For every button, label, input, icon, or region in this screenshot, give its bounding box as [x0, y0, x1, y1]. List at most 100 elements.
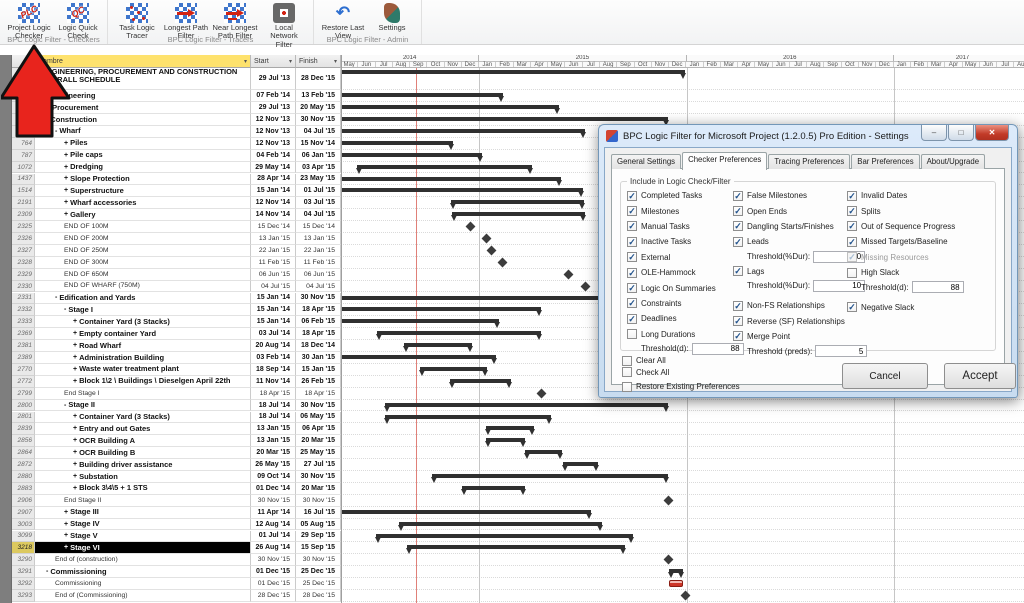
- checkbox-missed-targets-baseline[interactable]: ✓: [847, 237, 857, 247]
- expand-icon[interactable]: +: [64, 211, 68, 218]
- table-row[interactable]: 2309+Gallery14 Nov '1404 Jul '15: [12, 209, 341, 221]
- start-date-cell[interactable]: 12 Nov '13: [251, 114, 296, 126]
- checkbox-out-of-sequence-progress[interactable]: ✓: [847, 221, 857, 231]
- start-date-cell[interactable]: 01 Dec '14: [251, 483, 296, 495]
- finish-date-cell[interactable]: 30 Nov '15: [296, 495, 341, 507]
- row-id-cell[interactable]: 1437: [12, 174, 35, 186]
- row-id-cell[interactable]: 787: [12, 150, 35, 162]
- start-date-cell[interactable]: 30 Nov '15: [251, 554, 296, 566]
- threshold-input-merge-point[interactable]: [815, 345, 867, 357]
- summary-bar[interactable]: [563, 462, 598, 466]
- task-name-cell[interactable]: +Dredging: [35, 162, 251, 174]
- task-name-cell[interactable]: -Edification and Yards: [35, 293, 251, 305]
- table-row[interactable]: 2772+Block 1\2 \ Buildings \ Dieselgen A…: [12, 376, 341, 388]
- row-id-cell[interactable]: 2327: [12, 245, 35, 257]
- checkbox-lags[interactable]: ✓: [733, 266, 743, 276]
- collapse-icon[interactable]: -: [46, 568, 48, 575]
- expand-icon[interactable]: +: [64, 152, 68, 159]
- row-id-cell[interactable]: 2907: [12, 507, 35, 519]
- expand-icon[interactable]: +: [73, 318, 77, 325]
- expand-icon[interactable]: +: [73, 330, 77, 337]
- row-id-cell[interactable]: 2389: [12, 352, 35, 364]
- task-name-cell[interactable]: +Administration Building: [35, 352, 251, 364]
- table-row[interactable]: 1437+Slope Protection28 Apr '1423 May '1…: [12, 174, 341, 186]
- summary-bar[interactable]: [341, 177, 561, 181]
- task-name-cell[interactable]: +Waste water treatment plant: [35, 364, 251, 376]
- finish-date-cell[interactable]: 18 Apr '15: [296, 388, 341, 400]
- task-bar[interactable]: [669, 580, 683, 587]
- start-date-cell[interactable]: 29 Jul '13: [251, 102, 296, 114]
- table-row[interactable]: 2381+Road Wharf20 Aug '1418 Dec '14: [12, 340, 341, 352]
- task-name-cell[interactable]: END OF 200M: [35, 233, 251, 245]
- tab-tracing-preferences[interactable]: Tracing Preferences: [768, 154, 850, 169]
- checkbox-false-milestones[interactable]: ✓: [733, 191, 743, 201]
- expand-icon[interactable]: +: [73, 342, 77, 349]
- table-row[interactable]: 2770+Waste water treatment plant18 Sep '…: [12, 364, 341, 376]
- row-id-cell[interactable]: 2309: [12, 209, 35, 221]
- summary-bar[interactable]: [451, 200, 584, 204]
- finish-date-cell[interactable]: 06 Apr '15: [296, 423, 341, 435]
- table-row[interactable]: 2325END OF 100M15 Dec '1415 Dec '14: [12, 221, 341, 233]
- summary-bar[interactable]: [357, 165, 532, 169]
- checkbox-manual-tasks[interactable]: ✓: [627, 221, 637, 231]
- start-date-cell[interactable]: 26 May '15: [251, 459, 296, 471]
- task-name-cell[interactable]: +Entry and out Gates: [35, 423, 251, 435]
- finish-date-cell[interactable]: 18 Apr '15: [296, 328, 341, 340]
- start-date-cell[interactable]: 01 Dec '15: [251, 566, 296, 578]
- table-row[interactable]: 3003+Stage IV12 Aug '1405 Aug '15: [12, 519, 341, 531]
- summary-bar[interactable]: [341, 153, 482, 157]
- threshold-input-high-slack[interactable]: [912, 281, 964, 293]
- start-date-cell[interactable]: 11 Nov '14: [251, 376, 296, 388]
- summary-bar[interactable]: [450, 379, 510, 383]
- collapse-icon[interactable]: -: [64, 306, 66, 313]
- tab-about-upgrade[interactable]: About/Upgrade: [921, 154, 985, 169]
- start-date-cell[interactable]: 03 Feb '14: [251, 352, 296, 364]
- finish-date-cell[interactable]: 30 Nov '15: [296, 554, 341, 566]
- task-name-cell[interactable]: End of (Commissioning): [35, 590, 251, 602]
- start-date-cell[interactable]: 11 Apr '14: [251, 507, 296, 519]
- table-row[interactable]: 2856+OCR Building A13 Jan '1520 Mar '15: [12, 435, 341, 447]
- expand-icon[interactable]: +: [73, 485, 77, 492]
- expand-icon[interactable]: +: [73, 461, 77, 468]
- summary-bar[interactable]: [341, 510, 591, 514]
- table-row[interactable]: 2328END OF 300M11 Feb '1511 Feb '15: [12, 257, 341, 269]
- start-date-cell[interactable]: 15 Jan '14: [251, 304, 296, 316]
- task-name-cell[interactable]: -Stage II: [35, 400, 251, 412]
- checkbox-splits[interactable]: ✓: [847, 206, 857, 216]
- summary-bar[interactable]: [404, 343, 472, 347]
- finish-date-cell[interactable]: 11 Feb '15: [296, 257, 341, 269]
- close-button[interactable]: ✕: [975, 125, 1009, 141]
- task-name-cell[interactable]: +Wharf accessories: [35, 197, 251, 209]
- table-row[interactable]: 2331-Edification and Yards15 Jan '1430 N…: [12, 293, 341, 305]
- task-name-cell[interactable]: +Gallery: [35, 209, 251, 221]
- task-name-cell[interactable]: +Block 1\2 \ Buildings \ Dieselgen April…: [35, 376, 251, 388]
- task-name-cell[interactable]: End of (construction): [35, 554, 251, 566]
- table-row[interactable]: 3099+Stage V01 Jul '1429 Sep '15: [12, 531, 341, 543]
- task-name-cell[interactable]: END OF WHARF (750M): [35, 281, 251, 293]
- table-gantt-splitter[interactable]: [341, 55, 342, 603]
- checkbox-merge-point[interactable]: ✓: [733, 331, 743, 341]
- finish-date-cell[interactable]: 25 Dec '15: [296, 578, 341, 590]
- start-date-cell[interactable]: 04 Jul '15: [251, 281, 296, 293]
- checkbox-invalid-dates[interactable]: ✓: [847, 191, 857, 201]
- table-row[interactable]: 2330END OF WHARF (750M)04 Jul '1504 Jul …: [12, 281, 341, 293]
- row-id-cell[interactable]: 2856: [12, 435, 35, 447]
- finish-date-cell[interactable]: 30 Nov '15: [296, 471, 341, 483]
- table-row[interactable]: 2326END OF 200M13 Jan '1513 Jan '15: [12, 233, 341, 245]
- row-id-cell[interactable]: 2369: [12, 328, 35, 340]
- checkbox-completed-tasks[interactable]: ✓: [627, 191, 637, 201]
- start-date-cell[interactable]: 29 Jul '13: [251, 68, 296, 90]
- start-date-cell[interactable]: 15 Jan '14: [251, 185, 296, 197]
- checkbox-high-slack[interactable]: [847, 268, 857, 278]
- row-id-cell[interactable]: 3290: [12, 554, 35, 566]
- task-name-cell[interactable]: +OCR Building A: [35, 435, 251, 447]
- table-row[interactable]: 1514+Superstructure15 Jan '1401 Jul '15: [12, 185, 341, 197]
- table-row[interactable]: 2864+OCR Building B20 Mar '1525 May '15: [12, 447, 341, 459]
- summary-bar[interactable]: [341, 188, 583, 192]
- table-row[interactable]: 3293End of (Commissioning)28 Dec '1528 D…: [12, 590, 341, 602]
- start-date-cell[interactable]: 18 Jul '14: [251, 412, 296, 424]
- finish-date-cell[interactable]: 06 Jan '15: [296, 150, 341, 162]
- row-id-cell[interactable]: 2801: [12, 412, 35, 424]
- checkbox-clear-all[interactable]: [622, 356, 632, 366]
- row-id-cell[interactable]: 2799: [12, 388, 35, 400]
